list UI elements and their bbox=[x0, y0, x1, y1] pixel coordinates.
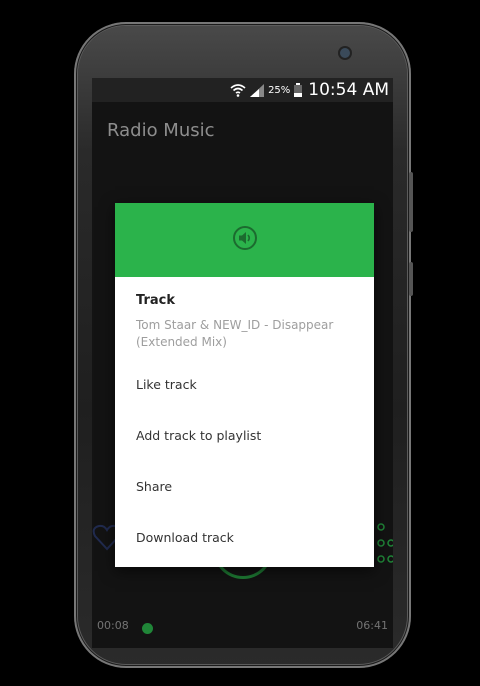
screen: 25% 10:54 AM Radio Music 00:08 06:41 Tra… bbox=[92, 78, 393, 648]
signal-icon bbox=[250, 83, 265, 97]
battery-percent: 25% bbox=[268, 84, 291, 96]
dialog-header bbox=[115, 203, 374, 277]
menu-item-share[interactable]: Share bbox=[115, 466, 374, 506]
speaker-icon bbox=[232, 225, 258, 255]
dialog-subtitle: Tom Staar & NEW_ID - Disappear (Extended… bbox=[136, 318, 334, 349]
battery-icon bbox=[294, 83, 303, 97]
menu-item-add-to-playlist[interactable]: Add track to playlist bbox=[115, 415, 374, 455]
wifi-icon bbox=[230, 83, 246, 97]
front-camera bbox=[340, 48, 350, 58]
status-clock: 10:54 AM bbox=[308, 80, 389, 100]
menu-item-like-track[interactable]: Like track bbox=[115, 364, 374, 404]
phone-frame: 25% 10:54 AM Radio Music 00:08 06:41 Tra… bbox=[74, 22, 413, 668]
menu-item-download-track[interactable]: Download track bbox=[115, 517, 374, 557]
dialog-title: Track bbox=[136, 293, 175, 308]
volume-button bbox=[409, 172, 413, 232]
track-options-dialog: Track Tom Staar & NEW_ID - Disappear (Ex… bbox=[115, 203, 374, 567]
power-button bbox=[409, 262, 413, 296]
status-bar: 25% 10:54 AM bbox=[92, 78, 393, 102]
